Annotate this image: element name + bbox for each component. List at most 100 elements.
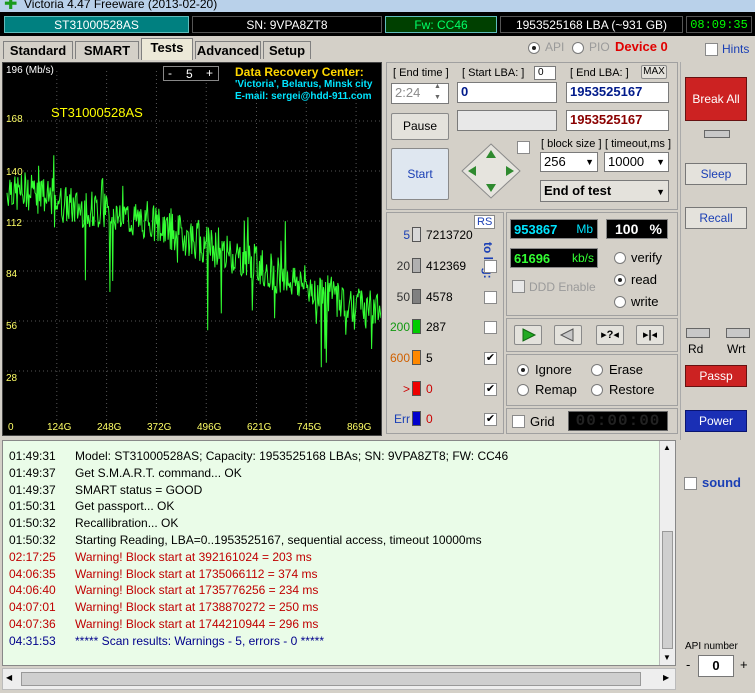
start-button[interactable]: Start [391, 148, 449, 200]
block-count: 7213720 [426, 228, 473, 242]
log-time: 04:06:35 [9, 566, 56, 581]
restore-radio[interactable] [591, 384, 603, 396]
hints-checkbox[interactable] [705, 43, 718, 56]
tab-tests[interactable]: Tests [141, 38, 193, 60]
x-tick-label: 869G [347, 422, 372, 433]
log-message: Warning! Block start at 1735776256 = 234… [75, 583, 319, 598]
pio-label: PIO [589, 40, 610, 54]
block-range-label: > [402, 382, 410, 396]
api-number-plus-button[interactable]: + [740, 657, 748, 672]
rs-button[interactable]: RS [474, 215, 496, 229]
scroll-up-icon[interactable]: ▲ [663, 443, 671, 452]
y-tick-label: 140 [6, 167, 23, 178]
drive-capacity: 1953525168 LBA (~931 GB) [500, 16, 683, 33]
spin-minus-button[interactable]: - [168, 66, 172, 80]
nav-diamond-icon[interactable] [460, 142, 522, 200]
block-color-swatch [412, 381, 421, 396]
pause-button[interactable]: Pause [391, 113, 449, 140]
rd-indicator [686, 328, 710, 338]
read-label: read [631, 272, 658, 287]
tab-standard[interactable]: Standard [3, 41, 73, 59]
to-log-checkbox[interactable] [484, 260, 497, 273]
y-tick-label: 56 [6, 321, 18, 332]
start-lba-current-field [457, 110, 557, 131]
log-message: ***** Scan results: Warnings - 5, errors… [75, 633, 324, 648]
device-label[interactable]: Device 0 [615, 39, 668, 54]
end-lba-input[interactable]: 1953525167 [566, 82, 669, 103]
log-entry: 04:06:40 Warning! Block start at 17357762… [9, 583, 318, 597]
speed-display: 61696 kb/s [510, 248, 598, 268]
play-forward-button[interactable] [514, 325, 542, 345]
scroll-right-icon[interactable]: ▶ [663, 673, 669, 682]
block-size-select[interactable]: 256 ▼ [540, 152, 598, 172]
end-time-up-icon[interactable]: ▲ [434, 83, 441, 90]
log-message: Get S.M.A.R.T. command... OK [75, 465, 242, 480]
nav-lock-checkbox[interactable] [517, 141, 530, 154]
block-range-label: 200 [389, 320, 410, 334]
end-of-test-select[interactable]: End of test ▼ [540, 180, 669, 202]
remap-label: Remap [535, 382, 577, 397]
graph-scale-spinner[interactable]: - 5 + [163, 66, 219, 81]
write-radio[interactable] [614, 296, 626, 308]
api-number-field[interactable]: 0 [698, 655, 734, 677]
log-message: Recallibration... OK [75, 516, 179, 531]
butterfly-button[interactable]: ▸|◂ [636, 325, 664, 345]
log-horizontal-scrollbar[interactable]: ◀ ▶ [2, 668, 676, 690]
end-lba-max-button[interactable]: MAX [641, 65, 667, 79]
drc-email: E-mail: sergei@hdd-911.com [235, 91, 372, 102]
timeout-select[interactable]: 10000 ▼ [604, 152, 669, 172]
end-time-down-icon[interactable]: ▼ [434, 94, 441, 101]
log-scroll-thumb[interactable] [662, 531, 673, 649]
sleep-button[interactable]: Sleep [685, 163, 747, 185]
grid-checkbox[interactable] [512, 415, 525, 428]
chevron-down-icon[interactable]: ▼ [656, 153, 665, 171]
butterfly-icon: ▸|◂ [642, 329, 658, 341]
block-range-label: Err [394, 412, 410, 426]
ddd-enable-checkbox[interactable] [512, 280, 525, 293]
verify-radio[interactable] [614, 252, 626, 264]
api-number-minus-button[interactable]: - [686, 657, 690, 672]
tab-setup[interactable]: Setup [263, 41, 311, 59]
log-scrollbar[interactable]: ▲ ▼ [659, 441, 675, 665]
log-message: SMART status = GOOD [75, 482, 203, 497]
start-lba-small-field[interactable]: 0 [534, 66, 556, 80]
power-button[interactable]: Power [685, 410, 747, 432]
remap-radio[interactable] [517, 384, 529, 396]
ignore-radio[interactable] [517, 364, 529, 376]
tab-advanced[interactable]: Advanced [195, 41, 261, 59]
clock: 08:09:35 [686, 16, 752, 33]
to-log-checkbox[interactable]: ✔ [484, 352, 497, 365]
restore-label: Restore [609, 382, 655, 397]
log-entry: 04:06:35 Warning! Block start at 17350661… [9, 567, 317, 581]
break-all-button[interactable]: Break All [685, 77, 747, 121]
chevron-down-icon[interactable]: ▼ [585, 153, 594, 171]
sound-checkbox[interactable] [684, 477, 697, 490]
drive-model: ST31000528AS [4, 16, 189, 33]
erase-radio[interactable] [591, 364, 603, 376]
scroll-left-icon[interactable]: ◀ [6, 673, 12, 682]
nav-pad[interactable] [460, 142, 522, 200]
api-radio[interactable] [528, 42, 540, 54]
log-entry: 01:50:32 Starting Reading, LBA=0..1953525… [9, 533, 482, 547]
chevron-down-icon[interactable]: ▼ [656, 182, 665, 202]
to-log-checkbox[interactable] [484, 321, 497, 334]
to-log-checkbox[interactable]: ✔ [484, 413, 497, 426]
read-radio[interactable] [614, 274, 626, 286]
play-backward-button[interactable] [554, 325, 582, 345]
passp-button[interactable]: Passp [685, 365, 747, 387]
random-seek-button[interactable]: ▸?◂ [596, 325, 624, 345]
log-hscroll-thumb[interactable] [21, 672, 641, 686]
event-log[interactable]: 01:49:31 Model: ST31000528AS; Capacity: 1… [2, 440, 676, 666]
tab-smart[interactable]: SMART [75, 41, 139, 59]
recall-button[interactable]: Recall [685, 207, 747, 229]
end-lba-current-field: 1953525167 [566, 110, 669, 131]
start-lba-input[interactable]: 0 [457, 82, 557, 103]
scroll-down-icon[interactable]: ▼ [663, 653, 671, 662]
spin-plus-button[interactable]: + [206, 66, 213, 80]
to-log-checkbox[interactable]: ✔ [484, 383, 497, 396]
to-log-checkbox[interactable] [484, 291, 497, 304]
write-label: write [631, 294, 659, 309]
pio-radio[interactable] [572, 42, 584, 54]
block-color-swatch [412, 319, 421, 334]
timeout-label: [ timeout,ms ] [605, 138, 672, 150]
